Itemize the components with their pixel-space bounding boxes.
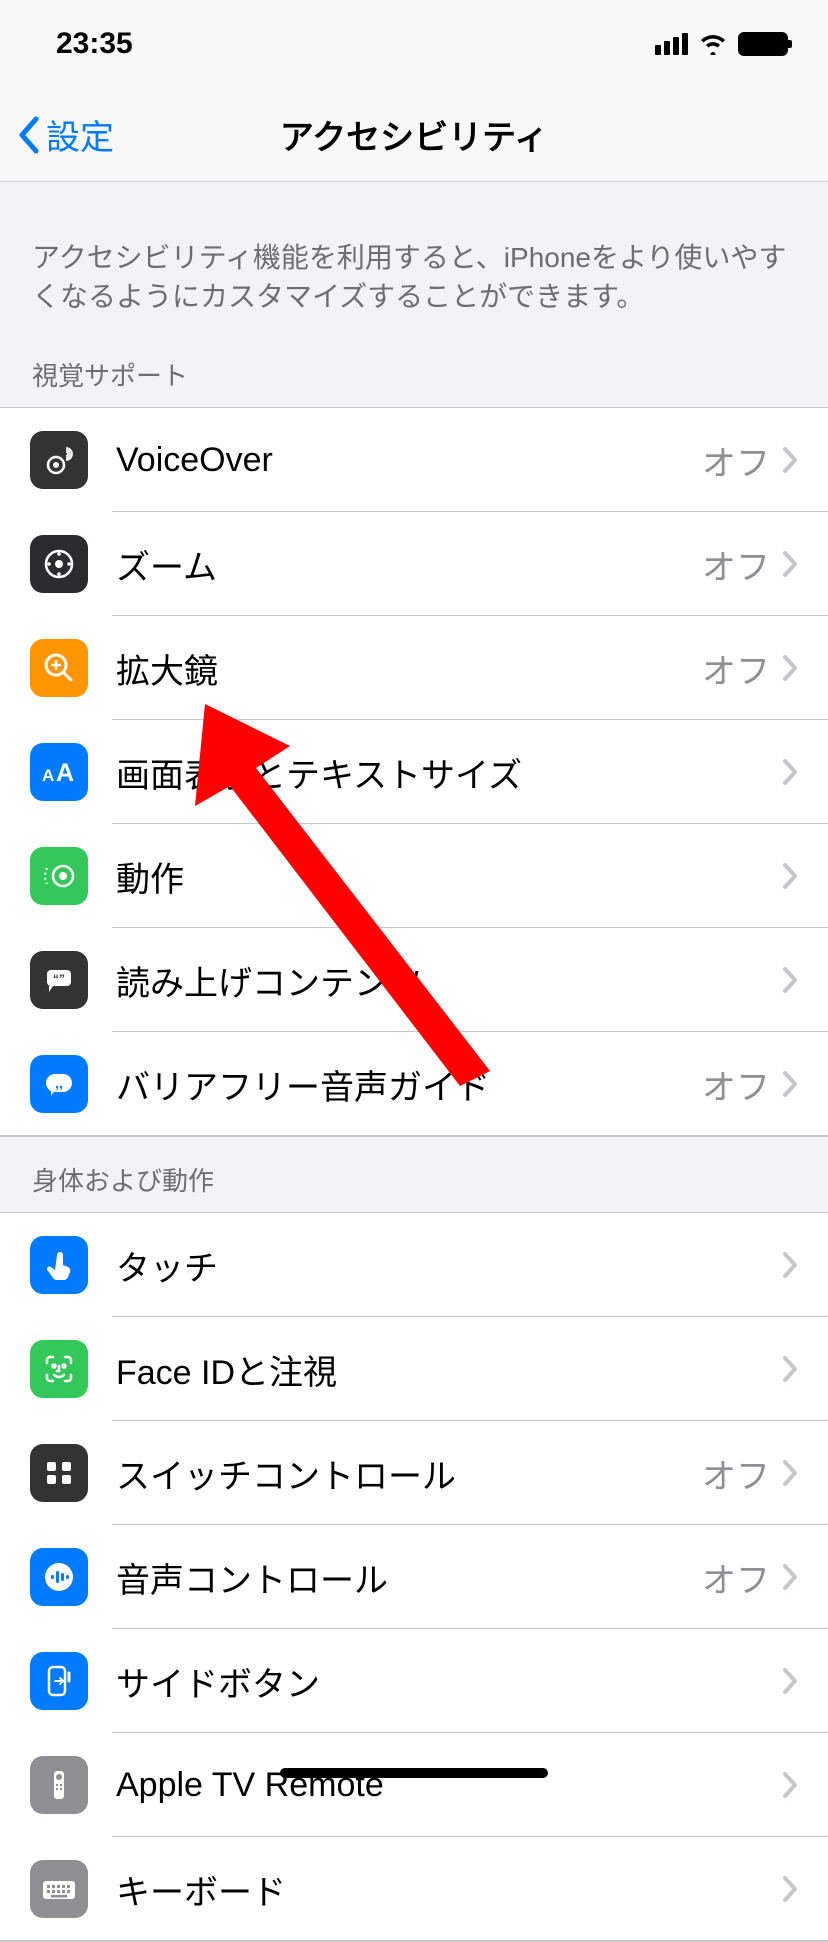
intro-description: アクセシビリティ機能を利用すると、iPhoneをより使いやすくなるようにカスタマ… bbox=[0, 182, 828, 332]
row-value: オフ bbox=[702, 1553, 770, 1602]
back-label: 設定 bbox=[46, 110, 114, 159]
speech-icon: “” bbox=[30, 951, 88, 1009]
row-display-text[interactable]: AA 画面表示とテキストサイズ bbox=[0, 720, 828, 824]
row-label: 読み上げコンテンツ bbox=[116, 956, 782, 1005]
svg-text:A: A bbox=[56, 759, 74, 787]
row-label: ズーム bbox=[116, 540, 702, 589]
svg-text:,,: ,, bbox=[55, 1075, 63, 1091]
row-label: VoiceOver bbox=[116, 441, 702, 480]
row-value: オフ bbox=[702, 644, 770, 693]
row-voiceover[interactable]: VoiceOver オフ bbox=[0, 408, 828, 512]
side-button-icon bbox=[30, 1652, 88, 1710]
status-icons bbox=[655, 32, 788, 56]
row-spoken-content[interactable]: “” 読み上げコンテンツ bbox=[0, 928, 828, 1032]
chevron-right-icon bbox=[782, 758, 798, 786]
wifi-icon bbox=[698, 33, 728, 55]
chevron-right-icon bbox=[782, 654, 798, 682]
row-label: 動作 bbox=[116, 852, 782, 901]
chevron-left-icon bbox=[16, 115, 40, 155]
section-header-physical: 身体および動作 bbox=[0, 1137, 828, 1212]
row-value: オフ bbox=[702, 1449, 770, 1498]
row-value: オフ bbox=[702, 540, 770, 589]
row-switch-control[interactable]: スイッチコントロール オフ bbox=[0, 1421, 828, 1525]
text-size-icon: AA bbox=[30, 743, 88, 801]
chevron-right-icon bbox=[782, 1459, 798, 1487]
chevron-right-icon bbox=[782, 1771, 798, 1799]
row-label: 拡大鏡 bbox=[116, 644, 702, 693]
cellular-signal-icon bbox=[655, 33, 688, 55]
row-voice-control[interactable]: 音声コントロール オフ bbox=[0, 1525, 828, 1629]
row-audio-descriptions[interactable]: ,, バリアフリー音声ガイド オフ bbox=[0, 1032, 828, 1136]
chevron-right-icon bbox=[782, 550, 798, 578]
keyboard-icon bbox=[30, 1860, 88, 1918]
magnifier-icon bbox=[30, 639, 88, 697]
faceid-icon bbox=[30, 1340, 88, 1398]
chevron-right-icon bbox=[782, 1251, 798, 1279]
svg-text:“”: “” bbox=[53, 972, 65, 986]
row-label: サイドボタン bbox=[116, 1657, 782, 1706]
chevron-right-icon bbox=[782, 862, 798, 890]
status-time: 23:35 bbox=[56, 27, 133, 61]
home-indicator bbox=[280, 1768, 548, 1778]
row-faceid[interactable]: Face IDと注視 bbox=[0, 1317, 828, 1421]
back-button[interactable]: 設定 bbox=[16, 110, 114, 159]
voiceover-icon bbox=[30, 431, 88, 489]
voice-control-icon bbox=[30, 1548, 88, 1606]
section-header-visual: 視覚サポート bbox=[0, 332, 828, 407]
row-touch[interactable]: タッチ bbox=[0, 1213, 828, 1317]
row-label: タッチ bbox=[116, 1241, 782, 1290]
touch-icon bbox=[30, 1236, 88, 1294]
chevron-right-icon bbox=[782, 1875, 798, 1903]
row-value: オフ bbox=[702, 1060, 770, 1109]
row-label: Face IDと注視 bbox=[116, 1345, 782, 1394]
zoom-icon bbox=[30, 535, 88, 593]
physical-motor-list: タッチ Face IDと注視 スイッチコントロール オフ 音声コントロール オフ bbox=[0, 1212, 828, 1942]
page-title: アクセシビリティ bbox=[280, 110, 548, 159]
row-label: バリアフリー音声ガイド bbox=[116, 1060, 702, 1109]
row-zoom[interactable]: ズーム オフ bbox=[0, 512, 828, 616]
battery-icon bbox=[738, 32, 788, 56]
chevron-right-icon bbox=[782, 1667, 798, 1695]
row-motion[interactable]: 動作 bbox=[0, 824, 828, 928]
chevron-right-icon bbox=[782, 966, 798, 994]
chevron-right-icon bbox=[782, 446, 798, 474]
row-label: 音声コントロール bbox=[116, 1553, 702, 1602]
chevron-right-icon bbox=[782, 1355, 798, 1383]
motion-icon bbox=[30, 847, 88, 905]
navigation-bar: 設定 アクセシビリティ bbox=[0, 88, 828, 182]
row-magnifier[interactable]: 拡大鏡 オフ bbox=[0, 616, 828, 720]
row-label: 画面表示とテキストサイズ bbox=[116, 748, 782, 797]
audio-desc-icon: ,, bbox=[30, 1055, 88, 1113]
visual-support-list: VoiceOver オフ ズーム オフ 拡大鏡 オフ AA 画面表示とテキストサ… bbox=[0, 407, 828, 1137]
switch-icon bbox=[30, 1444, 88, 1502]
row-apple-tv-remote[interactable]: Apple TV Remote bbox=[0, 1733, 828, 1837]
row-label: スイッチコントロール bbox=[116, 1449, 702, 1498]
remote-icon bbox=[30, 1756, 88, 1814]
row-value: オフ bbox=[702, 436, 770, 485]
chevron-right-icon bbox=[782, 1563, 798, 1591]
row-label: キーボード bbox=[116, 1865, 782, 1914]
row-side-button[interactable]: サイドボタン bbox=[0, 1629, 828, 1733]
status-bar: 23:35 bbox=[0, 0, 828, 88]
svg-text:A: A bbox=[42, 766, 54, 785]
chevron-right-icon bbox=[782, 1070, 798, 1098]
row-keyboard[interactable]: キーボード bbox=[0, 1837, 828, 1941]
